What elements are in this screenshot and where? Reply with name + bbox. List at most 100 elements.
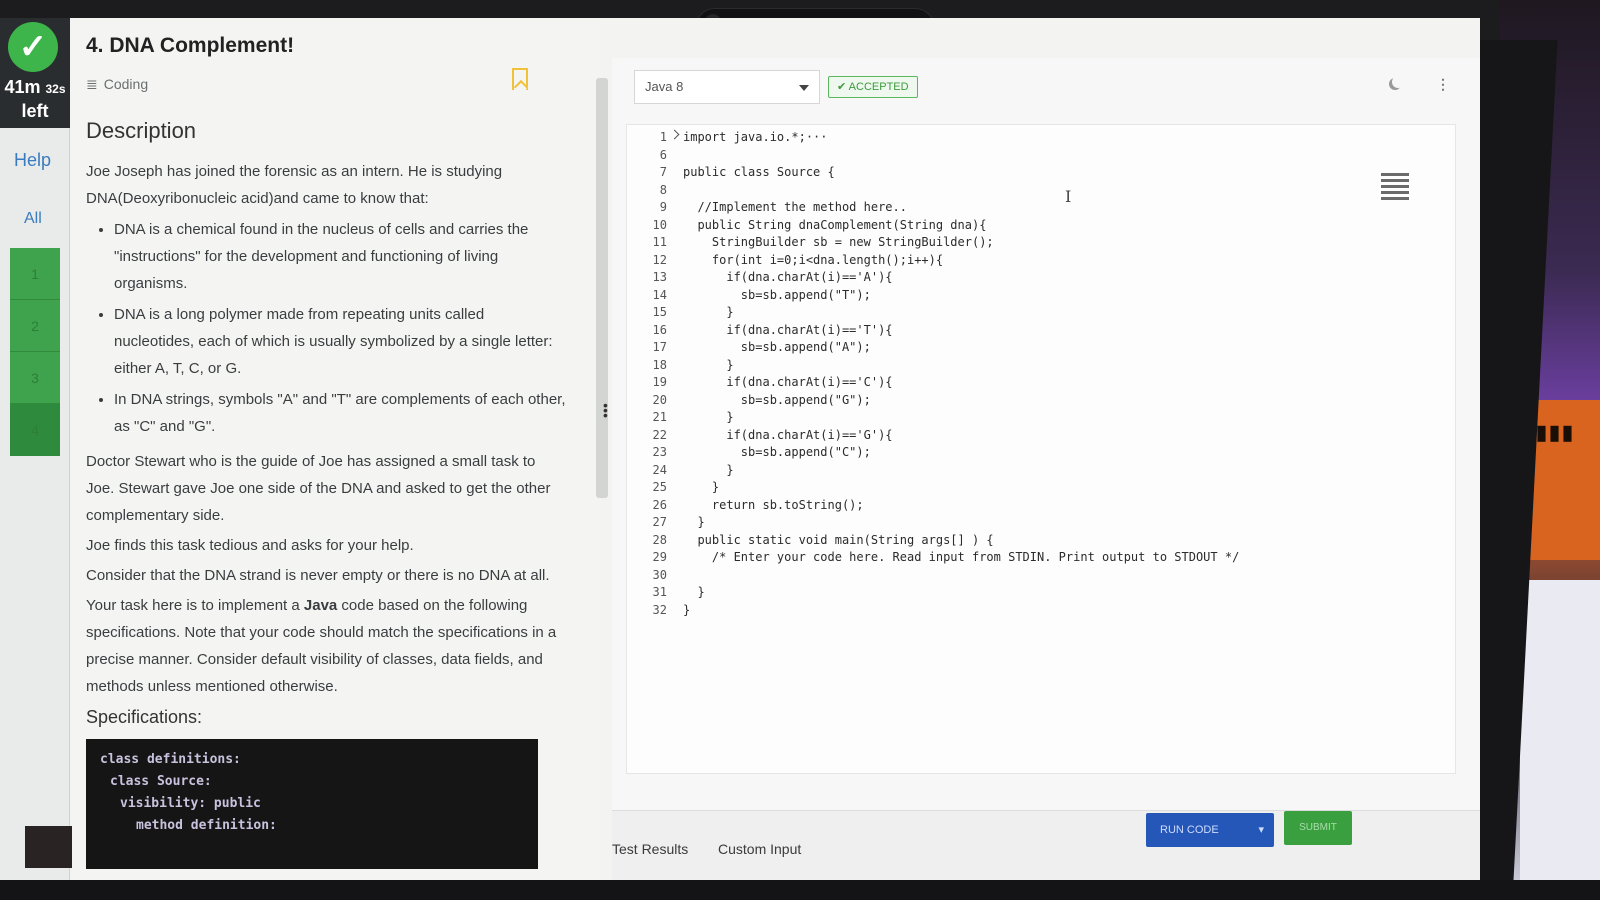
code-line: if(dna.charAt(i)=='T'){ (683, 322, 893, 337)
all-questions-link[interactable]: All (24, 210, 42, 228)
task-paragraph: Your task here is to implement a Java co… (86, 592, 566, 700)
code-line: } (683, 602, 691, 617)
line-number: 6 (659, 147, 667, 162)
line-number: 1 (659, 130, 667, 144)
line-number: 7 (659, 165, 667, 179)
more-options-icon[interactable]: ⋮ (1436, 76, 1450, 93)
line-number: 22 (652, 427, 667, 442)
line-number: 32 (652, 602, 667, 617)
line-number-gutter: 1 6 7 8 9 10 11 12 13 14 15 16 17 18 19 20 21 22 23 24 25 26 2… (627, 129, 667, 619)
paragraph: Consider that the DNA strand is never em… (86, 567, 550, 584)
run-options-caret-icon[interactable]: ▾ (1258, 813, 1264, 847)
intro-paragraph: Joe Joseph has joined the forensic as an… (86, 163, 503, 207)
fold-chevron-icon[interactable] (669, 129, 680, 140)
code-line: public String dnaComplement(String dna){ (683, 217, 987, 232)
code-line: } (683, 515, 705, 529)
timer-minutes: 41m (4, 77, 41, 97)
language-select[interactable]: Java 8 (634, 70, 820, 104)
line-number: 29 (652, 550, 667, 564)
question-nav-2[interactable]: 2 (10, 300, 60, 352)
line-number: 21 (652, 410, 667, 424)
line-number: 18 (652, 357, 667, 372)
code-line: import java.io.*;··· (683, 130, 828, 144)
line-number: 19 (652, 375, 667, 389)
line-number: 12 (652, 252, 667, 267)
theme-toggle-icon[interactable] (1392, 76, 1404, 88)
code-editor[interactable]: 1 6 7 8 9 10 11 12 13 14 15 16 17 18 19 20 21 22 23 24 25 26 2… (626, 124, 1456, 774)
check-icon: ✓ (8, 22, 58, 72)
line-number: 31 (652, 585, 667, 599)
list-icon: ≣ (86, 76, 98, 92)
specifications-code-block: class definitions: class Source: visibil… (86, 739, 538, 869)
code-line: } (683, 357, 734, 372)
bookmark-icon[interactable] (512, 68, 528, 90)
help-link[interactable]: Help (14, 150, 51, 171)
question-nav-1[interactable]: 1 (10, 248, 60, 300)
code-line: /* Enter your code here. Read input from… (683, 550, 1240, 564)
background-paper (1520, 580, 1600, 900)
laptop-bezel-bottom (0, 880, 1600, 900)
line-number: 28 (652, 532, 667, 547)
list-item: In DNA strings, symbols "A" and "T" are … (114, 386, 566, 440)
timer-panel: ✓ 41m 32s left (0, 18, 70, 128)
editor-bottom-bar: Test Results Custom Input RUN CODE ▾ SUB… (612, 810, 1480, 880)
line-number: 8 (659, 182, 667, 197)
paragraph: Joe finds this task tedious and asks for… (86, 537, 414, 554)
dna-facts-list: DNA is a chemical found in the nucleus o… (114, 216, 566, 440)
code-line: } (683, 410, 734, 424)
line-number: 11 (652, 235, 667, 249)
spec-line: class definitions: (100, 752, 241, 767)
code-line: for(int i=0;i<dna.length();i++){ (683, 252, 944, 267)
line-number: 13 (652, 270, 667, 284)
spec-line: visibility: public (120, 796, 261, 811)
line-number: 15 (652, 305, 667, 319)
run-code-button[interactable]: RUN CODE ▾ (1146, 813, 1274, 847)
code-line: return sb.toString(); (683, 497, 864, 512)
description-scrollbar[interactable] (596, 78, 608, 498)
line-number: 10 (652, 217, 667, 232)
code-minimap[interactable] (1381, 173, 1409, 213)
code-line: public static void main(String args[] ) … (683, 532, 994, 547)
run-code-label: RUN CODE (1160, 824, 1219, 836)
spec-line: method definition: (136, 818, 277, 833)
list-item: DNA is a long polymer made from repeatin… (114, 301, 566, 382)
code-line: public class Source { (683, 165, 835, 179)
chevron-down-icon (799, 85, 809, 91)
code-line: } (683, 305, 734, 319)
line-number: 14 (652, 287, 667, 302)
line-number: 9 (659, 200, 667, 214)
code-editor-pane: Java 8 ✔ ACCEPTED ⋮ 1 6 7 8 9 10 11 12 13 14 15 16 1… (612, 58, 1480, 880)
pane-resize-handle[interactable]: • • • (603, 398, 608, 422)
code-line: sb=sb.append("T"); (683, 287, 871, 302)
code-line: if(dna.charAt(i)=='G'){ (683, 427, 893, 442)
list-item: DNA is a chemical found in the nucleus o… (114, 216, 566, 297)
question-list: 1 2 3 4 (10, 248, 60, 456)
line-number: 23 (652, 445, 667, 459)
problem-tag-label: Coding (103, 76, 149, 92)
line-number: 24 (652, 462, 667, 477)
code-line: sb=sb.append("C"); (683, 445, 871, 459)
spec-line: class Source: (110, 774, 212, 789)
time-remaining: 41m 32s left (0, 76, 70, 122)
status-badge: ✔ ACCEPTED (828, 76, 918, 98)
task-text: Your task here is to implement a (86, 597, 304, 614)
question-nav-4[interactable]: 4 (10, 404, 60, 456)
code-line: } (683, 462, 734, 477)
timer-suffix: left (21, 101, 49, 121)
description-body: Joe Joseph has joined the forensic as an… (86, 158, 566, 869)
line-number: 27 (652, 515, 667, 529)
code-lines[interactable]: import java.io.*;··· public class Source … (683, 129, 1239, 619)
tab-custom-input[interactable]: Custom Input (718, 841, 801, 857)
code-line: if(dna.charAt(i)=='C'){ (683, 375, 893, 389)
timer-seconds: 32s (45, 82, 66, 96)
problem-tag: ≣ Coding (86, 76, 148, 93)
code-line: } (683, 480, 720, 494)
submit-button[interactable]: SUBMIT (1284, 811, 1352, 845)
description-heading: Description (86, 118, 197, 143)
line-number: 26 (652, 497, 667, 512)
tab-test-results[interactable]: Test Results (612, 841, 688, 857)
status-badge-label: ACCEPTED (848, 81, 909, 93)
question-nav-3[interactable]: 3 (10, 352, 60, 404)
